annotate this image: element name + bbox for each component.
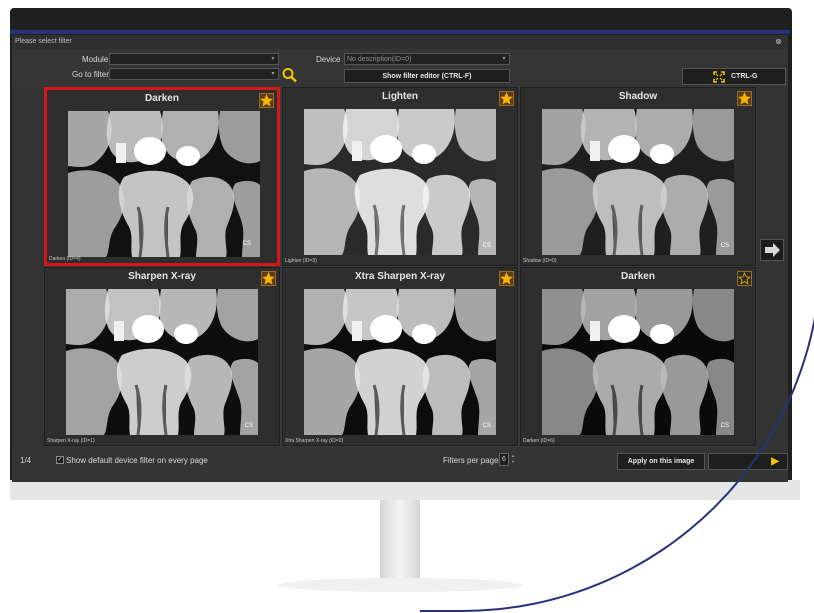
filter-tile-caption: Darken (ID=4) xyxy=(49,256,81,262)
filter-tile[interactable]: Darken CS Darken (ID=4) xyxy=(44,87,280,266)
filter-preview-image xyxy=(304,289,496,435)
preview-logo: CS xyxy=(244,423,253,429)
fullscreen-shortcut-label: CTRL-G xyxy=(731,73,758,80)
filter-preview-image xyxy=(66,289,258,435)
filter-tile[interactable]: Xtra Sharpen X-ray CS Xtra Sharpen X-ray … xyxy=(282,267,518,446)
checkbox-icon[interactable]: ✓ xyxy=(56,456,64,464)
next-step-button[interactable]: ▶ xyxy=(708,453,788,470)
module-label: Module xyxy=(82,55,109,64)
star-icon[interactable] xyxy=(261,271,276,286)
filter-tile-name: Sharpen X-ray xyxy=(128,271,196,282)
show-default-filter-label: Show default device filter on every page xyxy=(66,456,208,465)
screen: Please select filter ⊗ Module ▾ Go to fi… xyxy=(12,35,788,482)
goto-filter-input[interactable]: ▾ xyxy=(109,68,279,80)
filters-per-page-label: Filters per page xyxy=(443,456,499,465)
next-arrow-icon xyxy=(765,243,780,257)
filter-editor-button[interactable]: Show filter editor (CTRL-F) xyxy=(344,69,510,83)
window-title: Please select filter xyxy=(15,38,72,45)
monitor-stand-base xyxy=(278,578,523,592)
filter-preview-image xyxy=(68,111,260,257)
left-margin xyxy=(12,87,44,447)
star-icon[interactable] xyxy=(499,91,514,106)
window-titlebar: Please select filter ⊗ xyxy=(12,35,788,49)
filters-per-page-input[interactable]: 6 xyxy=(499,453,509,466)
star-icon[interactable] xyxy=(259,93,274,108)
filter-tile-caption: Lighten (ID=3) xyxy=(285,258,317,264)
search-icon[interactable] xyxy=(281,67,299,83)
toolbar: Module ▾ Go to filter ▾ Device No descri… xyxy=(12,49,788,87)
preview-logo: CS xyxy=(720,423,729,429)
filter-tile-caption: Darken (ID=6) xyxy=(523,438,555,444)
star-icon[interactable] xyxy=(737,271,752,286)
preview-logo: CS xyxy=(242,241,251,247)
filter-preview-image xyxy=(542,109,734,255)
chevron-down-icon: ▾ xyxy=(271,56,275,62)
module-select[interactable]: ▾ xyxy=(109,53,279,65)
filter-tile[interactable]: Shadow CS Shadow (ID=0) xyxy=(520,87,756,266)
chevron-down-icon: ▾ xyxy=(502,56,506,62)
preview-logo: CS xyxy=(720,243,729,249)
star-icon[interactable] xyxy=(499,271,514,286)
apply-button[interactable]: Apply on this image xyxy=(617,453,705,470)
folder-arrow-icon: ▶ xyxy=(771,456,779,467)
footer: 1/4 ✓ Show default device filter on ever… xyxy=(12,447,788,482)
preview-logo: CS xyxy=(482,423,491,429)
device-select[interactable]: No description(ID=0) ▾ xyxy=(344,53,510,65)
filter-tile-caption: Shadow (ID=0) xyxy=(523,258,557,264)
star-icon[interactable] xyxy=(737,91,752,106)
device-label: Device xyxy=(316,55,341,64)
page-indicator: 1/4 xyxy=(20,456,32,465)
monitor-stand-neck xyxy=(380,500,420,590)
filter-tile-caption: Sharpen X-ray (ID=1) xyxy=(47,438,95,444)
filter-tile[interactable]: Darken CS Darken (ID=6) xyxy=(520,267,756,446)
filter-preview-image xyxy=(542,289,734,435)
frame-top-line xyxy=(10,30,790,34)
filter-tile-caption: Xtra Sharpen X-ray (ID=2) xyxy=(285,438,344,444)
filter-tile-name: Darken xyxy=(621,271,655,282)
filter-preview-image xyxy=(304,109,496,255)
goto-filter-label: Go to filter xyxy=(72,70,109,79)
filter-tile-name: Xtra Sharpen X-ray xyxy=(354,271,446,282)
monitor-chin xyxy=(10,480,800,500)
chevron-down-icon: ▾ xyxy=(271,71,275,77)
filter-grid: Darken CS Darken (ID=4) Lighten CS Lighten … xyxy=(44,87,756,447)
spinner-arrows-icon[interactable]: ▲ ▼ xyxy=(511,453,517,466)
filter-tile-name: Darken xyxy=(145,93,179,104)
preview-logo: CS xyxy=(482,243,491,249)
filter-tile-name: Shadow xyxy=(618,91,658,102)
next-page-button[interactable] xyxy=(760,239,784,261)
close-icon[interactable]: ⊗ xyxy=(775,35,782,49)
fullscreen-button[interactable]: CTRL-G xyxy=(682,68,786,85)
right-margin xyxy=(756,87,788,447)
device-select-value: No description(ID=0) xyxy=(347,56,412,63)
filter-tile[interactable]: Lighten CS Lighten (ID=3) xyxy=(282,87,518,266)
filter-tile[interactable]: Sharpen X-ray CS Sharpen X-ray (ID=1) xyxy=(44,267,280,446)
filter-tile-name: Lighten xyxy=(381,91,419,102)
